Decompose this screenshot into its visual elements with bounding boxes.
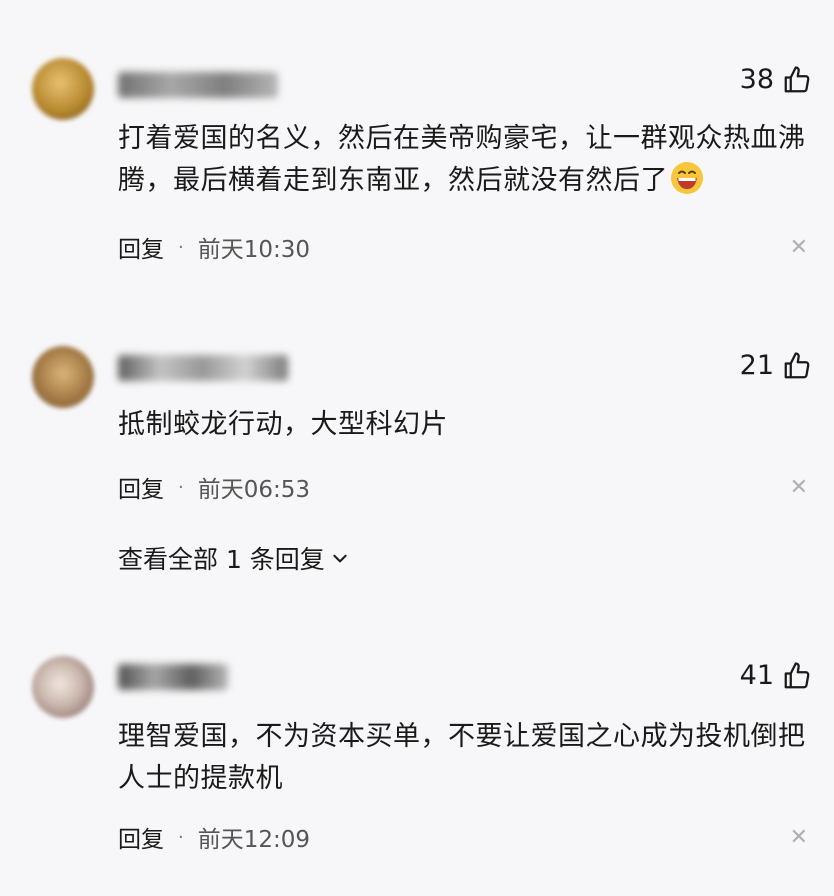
close-icon[interactable]: ✕ bbox=[790, 475, 808, 500]
thumbs-up-icon[interactable] bbox=[782, 65, 812, 95]
reply-button[interactable]: 回复 bbox=[118, 470, 164, 504]
comment-text-line: 理智爱国，不为资本买单，不要让爱国之心成为投机倒把 bbox=[118, 721, 806, 752]
comment-meta: 回复 · 前天10:30 bbox=[118, 230, 310, 264]
like-count: 38 bbox=[739, 64, 774, 95]
view-replies-label: 查看全部 1 条回复 bbox=[118, 545, 325, 574]
chevron-down-icon bbox=[333, 554, 347, 563]
timestamp: 前天06:53 bbox=[197, 477, 311, 503]
comment-text-line: 人士的提款机 bbox=[118, 763, 283, 794]
view-all-replies-button[interactable]: 查看全部 1 条回复 bbox=[118, 540, 349, 576]
separator-dot: · bbox=[178, 476, 184, 498]
separator-dot: · bbox=[178, 826, 184, 848]
username-blurred[interactable] bbox=[118, 664, 228, 690]
comment-text-line: 腾，最后横着走到东南亚，然后就没有然后了 bbox=[118, 160, 818, 202]
like-count: 21 bbox=[739, 350, 774, 381]
reply-button[interactable]: 回复 bbox=[118, 230, 164, 264]
timestamp: 前天10:30 bbox=[197, 237, 311, 263]
comment-text: 抵制蛟龙行动，大型科幻片 bbox=[118, 404, 818, 446]
thumbs-up-icon[interactable] bbox=[782, 351, 812, 381]
username-blurred[interactable] bbox=[118, 72, 278, 98]
comment-text: 打着爱国的名义，然后在美帝购豪宅，让一群观众热血沸 腾，最后横着走到东南亚，然后… bbox=[118, 118, 818, 202]
grinning-face-emoji-icon bbox=[671, 162, 703, 194]
like-control[interactable]: 38 bbox=[740, 64, 812, 95]
comment-text-line: 打着爱国的名义，然后在美帝购豪宅，让一群观众热血沸 bbox=[118, 123, 806, 154]
like-control[interactable]: 21 bbox=[740, 350, 812, 381]
close-icon[interactable]: ✕ bbox=[790, 825, 808, 850]
avatar[interactable] bbox=[32, 656, 94, 718]
reply-button[interactable]: 回复 bbox=[118, 820, 164, 854]
separator-dot: · bbox=[178, 236, 184, 258]
avatar[interactable] bbox=[32, 346, 94, 408]
comment-meta: 回复 · 前天12:09 bbox=[118, 820, 310, 854]
like-control[interactable]: 41 bbox=[740, 660, 812, 691]
avatar[interactable] bbox=[32, 58, 94, 120]
thumbs-up-icon[interactable] bbox=[782, 661, 812, 691]
like-count: 41 bbox=[739, 660, 774, 691]
close-icon[interactable]: ✕ bbox=[790, 235, 808, 260]
comment-text-line2: 腾，最后横着走到东南亚，然后就没有然后了 bbox=[118, 165, 668, 196]
comment-text-line: 抵制蛟龙行动，大型科幻片 bbox=[118, 409, 448, 440]
username-blurred[interactable] bbox=[118, 355, 288, 381]
comment-meta: 回复 · 前天06:53 bbox=[118, 470, 310, 504]
comment-text: 理智爱国，不为资本买单，不要让爱国之心成为投机倒把 人士的提款机 bbox=[118, 716, 818, 800]
timestamp: 前天12:09 bbox=[197, 827, 311, 853]
